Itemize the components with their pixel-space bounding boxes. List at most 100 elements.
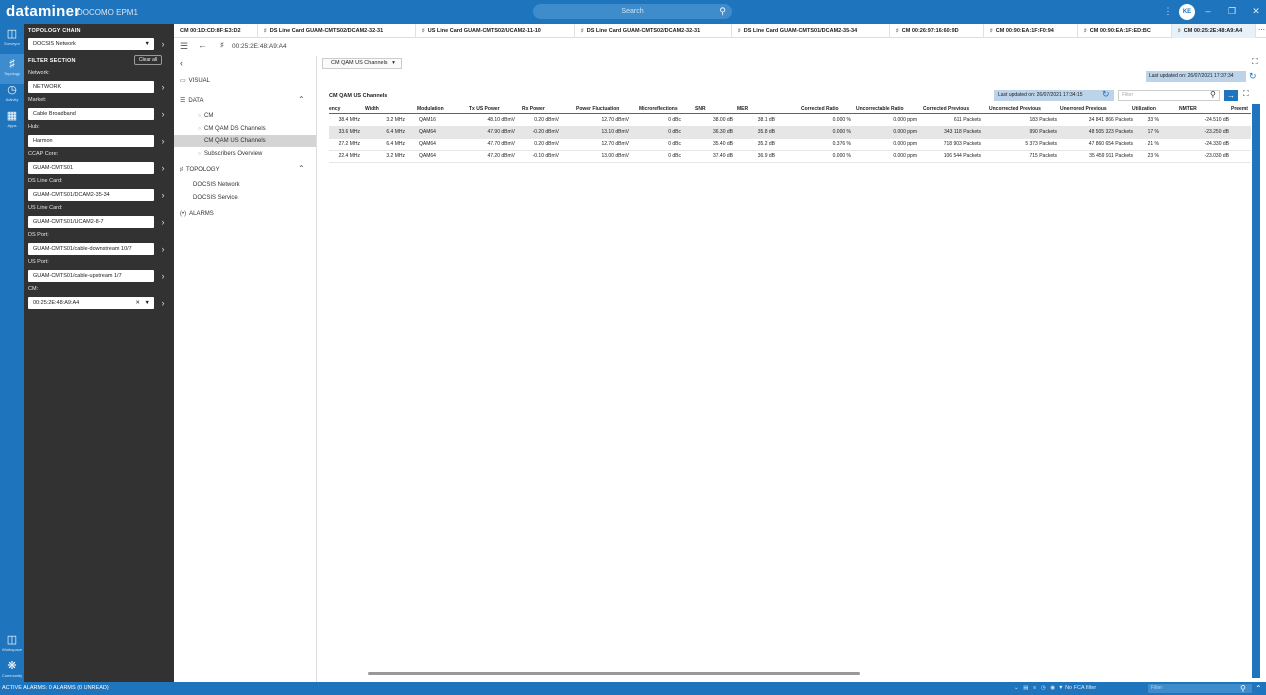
market-field[interactable]: Cable Broadband — [28, 108, 154, 120]
fullscreen-icon[interactable]: ⛶ — [1252, 57, 1258, 67]
global-search[interactable]: Search ⚲ — [533, 4, 732, 19]
horizontal-scrollbar[interactable] — [368, 672, 860, 675]
chevron-right-icon[interactable]: › — [158, 270, 168, 282]
nav-alarms[interactable]: (•) ALARMS — [180, 211, 214, 217]
column-header[interactable]: Unerrored Previous — [1060, 104, 1107, 114]
nav-item-cm[interactable]: ○ CM — [174, 110, 316, 122]
nav-data[interactable]: ☰ DATA — [180, 97, 204, 104]
column-header[interactable]: Corrected Ratio — [801, 104, 839, 114]
focus-icon[interactable]: ◉ — [1050, 685, 1055, 691]
column-header[interactable]: Rx Power — [522, 104, 545, 114]
chevron-right-icon[interactable]: › — [158, 297, 168, 309]
column-header[interactable]: MER — [737, 104, 748, 114]
search-icon[interactable]: ⚲ — [1240, 682, 1246, 695]
column-header[interactable]: Uncorrected Previous — [989, 104, 1041, 114]
tab-item[interactable]: ♯ US Line Card GUAM-CMTS02/UCAM2-11-10 — [416, 24, 575, 38]
chevron-right-icon[interactable]: › — [158, 243, 168, 255]
column-header[interactable]: Microreflections — [639, 104, 678, 114]
column-header[interactable]: Utilization — [1132, 104, 1156, 114]
search-icon[interactable]: ⚲ — [1210, 90, 1216, 99]
menu-icon[interactable]: ☰ — [180, 41, 188, 52]
column-header[interactable]: Preemt — [1231, 104, 1248, 114]
column-header[interactable]: Width — [365, 104, 379, 114]
more-icon[interactable]: ⋮ — [1160, 4, 1176, 19]
chevron-right-icon[interactable]: › — [158, 216, 168, 228]
clear-icon[interactable]: ✕ — [135, 297, 140, 309]
chevron-right-icon[interactable]: › — [158, 38, 168, 50]
search-icon[interactable]: ⚲ — [719, 4, 726, 19]
tab-item[interactable]: ♯ CM 00:26:97:16:60:9D — [890, 24, 984, 38]
cm-field[interactable]: 00:25:2E:48:A9:A4 ✕ ▼ — [28, 297, 154, 309]
refresh-icon[interactable]: ↻ — [1102, 89, 1110, 100]
filter-icon[interactable]: ▼ — [1058, 685, 1063, 691]
nav-visual[interactable]: ▭ VISUAL — [180, 77, 210, 84]
table-row[interactable]: 27.2 MHz 6.4 MHz QAM64 47.70 dBmV 0.20 dBmV 1… — [329, 139, 1251, 151]
chart-icon[interactable]: ⌄ — [1014, 685, 1019, 691]
list-icon[interactable]: ▤ — [1023, 685, 1028, 691]
tab-item[interactable]: ♯ DS Line Card GUAM-CMTS01/DCAM2-35-34 — [732, 24, 890, 38]
ccap-core-field[interactable]: GUAM-CMTS01 — [28, 162, 154, 174]
rail-surveyor[interactable]: ◫ Surveyor — [0, 24, 24, 54]
column-header[interactable]: Uncorrectable Ratio — [856, 104, 904, 114]
more-tabs-icon[interactable]: ⋯ — [1258, 24, 1265, 38]
back-icon[interactable]: ← — [198, 40, 207, 50]
clock-icon[interactable]: ◷ — [1041, 685, 1046, 691]
column-header[interactable]: Tx US Power — [469, 104, 500, 114]
vertical-scrollbar[interactable] — [1252, 104, 1260, 678]
refresh-icon[interactable]: ↻ — [1249, 71, 1257, 82]
minimize-icon[interactable]: – — [1200, 4, 1216, 19]
status-filter-input[interactable]: Filter — [1148, 684, 1252, 693]
restore-icon[interactable]: ❐ — [1224, 4, 1240, 19]
chevron-right-icon[interactable]: › — [158, 108, 168, 120]
rail-apps[interactable]: ▦ Apps — [0, 106, 24, 136]
chevron-up-icon[interactable]: ⌃ — [298, 95, 305, 104]
us-port-field[interactable]: GUAM-CMTS01/cable-upstream 1/7 — [28, 270, 154, 282]
chevron-right-icon[interactable]: › — [158, 81, 168, 93]
clear-all-button[interactable]: Clear all — [134, 55, 162, 65]
topology-icon: ♯ — [990, 28, 993, 34]
tab-item[interactable]: ♯ DS Line Card GUAM-CMTS02/DCAM2-32-31 — [258, 24, 416, 38]
tab-item[interactable]: CM 00:1D:CD:8F:E3:D2 — [174, 24, 258, 38]
network-field[interactable]: NETWORK — [28, 81, 154, 93]
sort-icon[interactable]: ≡ — [1033, 685, 1036, 691]
table-row[interactable]: 38.4 MHz 3.2 MHz QAM16 48.10 dBmV 0.20 dBmV 1… — [329, 115, 1251, 127]
close-icon[interactable]: ✕ — [1248, 4, 1264, 19]
ds-port-field[interactable]: GUAM-CMTS01/cable-downstream 10/7 — [28, 243, 154, 255]
fullscreen-icon[interactable]: ⛶ — [1243, 89, 1249, 99]
collapse-icon[interactable]: ‹ — [180, 58, 183, 68]
column-header[interactable]: Power Fluctuation — [576, 104, 619, 114]
chevron-right-icon[interactable]: › — [158, 189, 168, 201]
us-line-card-field[interactable]: GUAM-CMTS01/UCAM2-8-7 — [28, 216, 154, 228]
avatar[interactable]: KE — [1179, 4, 1195, 20]
nav-item-cm-qam-ds[interactable]: ○ CM QAM DS Channels — [174, 123, 316, 135]
tab-item[interactable]: ♯ CM 00:90:EA:1F:ED:BC — [1078, 24, 1172, 38]
nav-item-subscribers[interactable]: ○ Subscribers Overview — [174, 148, 316, 160]
column-header[interactable]: Modulation — [417, 104, 444, 114]
ds-line-card-field[interactable]: GUAM-CMTS01/DCAM2-35-34 — [28, 189, 154, 201]
nav-item-docsis-network[interactable]: DOCSIS Network — [193, 182, 240, 188]
tab-item[interactable]: ♯ CM 00:90:EA:1F:F0:94 — [984, 24, 1078, 38]
tab-item[interactable]: ♯ DS Line Card GUAM-CMTS02/DCAM2-32-31 — [575, 24, 732, 38]
table-filter-input[interactable]: Filter — [1118, 90, 1220, 101]
nav-item-docsis-service[interactable]: DOCSIS Service — [193, 195, 238, 201]
hub-field[interactable]: Harmon — [28, 135, 154, 147]
dataset-select[interactable]: CM QAM US Channels ▾ — [322, 58, 402, 69]
chevron-up-icon[interactable]: ⌃ — [1255, 682, 1262, 695]
chevron-up-icon[interactable]: ⌃ — [298, 164, 305, 173]
table-cell: 0 dBc — [668, 153, 681, 159]
column-header[interactable]: NMTER — [1179, 104, 1197, 114]
chevron-right-icon[interactable]: › — [158, 135, 168, 147]
chevron-down-icon[interactable]: ▼ — [145, 297, 150, 309]
nav-topology[interactable]: ♯ TOPOLOGY — [180, 167, 220, 173]
table-row[interactable]: 33.6 MHz 6.4 MHz QAM64 47.90 dBmV -0.20 dBmV… — [329, 127, 1251, 139]
tab-item-active[interactable]: ♯ CM 00:25:2E:48:A9:A4 — [1172, 24, 1256, 38]
topology-chain-select[interactable]: DOCSIS Network ▼ — [28, 38, 154, 50]
column-header[interactable]: Corrected Previous — [923, 104, 969, 114]
chevron-right-icon[interactable]: › — [158, 162, 168, 174]
column-header[interactable]: ency — [329, 104, 340, 114]
nav-item-cm-qam-us[interactable]: CM QAM US Channels — [174, 135, 316, 147]
table-row[interactable]: 22.4 MHz 3.2 MHz QAM64 47.20 dBmV -0.10 dBmV… — [329, 151, 1251, 163]
column-header[interactable]: SNR — [695, 104, 706, 114]
active-alarms-status[interactable]: ACTIVE ALARMS: 0 ALARMS (0 UNREAD) — [2, 682, 109, 695]
apply-filter-button[interactable]: → — [1224, 90, 1238, 101]
